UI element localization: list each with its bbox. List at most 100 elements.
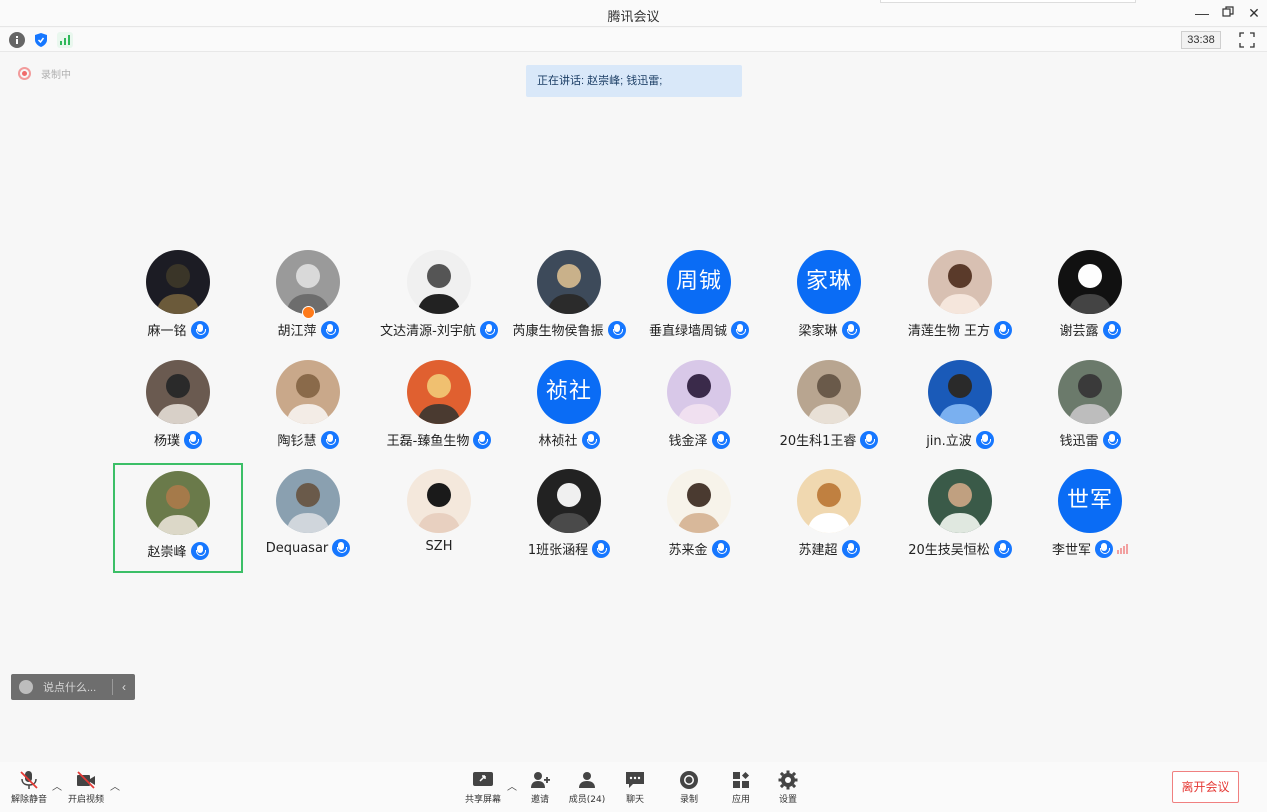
invite-button[interactable]: 邀请 xyxy=(526,770,554,805)
participant-tile[interactable]: 20生技吴恒松 xyxy=(895,469,1025,579)
share-options-chevron-icon[interactable]: ︿ xyxy=(507,778,517,793)
mic-icon xyxy=(320,430,339,449)
participant-tile[interactable]: 祯社 林祯社 xyxy=(504,360,634,470)
chat-button[interactable]: 聊天 xyxy=(622,770,648,805)
participant-name: 苏来金 xyxy=(668,543,708,558)
participant-tile[interactable]: Dequasar xyxy=(243,469,373,579)
participant-name: Dequasar xyxy=(265,540,329,556)
avatar xyxy=(928,469,992,533)
participant-name-row: 胡江萍 xyxy=(243,320,373,339)
participant-name-row: 垂直绿墙周铖 xyxy=(634,320,764,339)
participant-name-row: SZH xyxy=(374,539,504,554)
mic-icon xyxy=(731,320,749,339)
chat-placeholder[interactable]: 说点什么... xyxy=(43,679,96,695)
apps-button[interactable]: 应用 xyxy=(728,770,754,805)
meeting-timer: 33:38 xyxy=(1181,31,1221,49)
participant-tile[interactable]: 王磊-臻鱼生物 xyxy=(374,360,504,470)
participant-name-row: 文达清源-刘宇航 xyxy=(374,320,504,339)
participant-tile[interactable]: 钱金泽 xyxy=(634,360,764,470)
record-dot-icon xyxy=(18,66,31,80)
unmute-button[interactable]: 解除静音 xyxy=(8,770,50,805)
participant-name: 20生技吴恒松 xyxy=(908,543,990,558)
leave-meeting-button[interactable]: 离开会议 xyxy=(1172,771,1239,803)
avatar xyxy=(276,360,340,424)
start-video-label: 开启视频 xyxy=(67,795,104,805)
audio-options-chevron-icon[interactable]: ︿ xyxy=(52,778,62,793)
participant-name: 20生科1王睿 xyxy=(779,434,857,449)
share-screen-button[interactable]: 共享屏幕 xyxy=(462,770,504,805)
participant-name: 杨璞 xyxy=(153,434,180,449)
avatar xyxy=(928,360,992,424)
participant-tile[interactable]: 胡江萍 xyxy=(243,250,373,360)
participant-tile[interactable]: 1班张涵程 xyxy=(504,469,634,579)
avatar xyxy=(407,360,471,424)
participant-name-row: 20生科1王睿 xyxy=(764,430,894,449)
start-video-button[interactable]: 开启视频 xyxy=(64,770,108,805)
participant-name: jin.立波 xyxy=(926,434,972,449)
emoji-icon[interactable] xyxy=(19,680,33,694)
participant-tile[interactable]: 苏建超 xyxy=(764,469,894,579)
mic-icon xyxy=(607,320,626,339)
share-screen-icon xyxy=(473,772,493,786)
mic-icon xyxy=(479,320,498,339)
camera-off-icon xyxy=(77,771,95,789)
fullscreen-icon[interactable] xyxy=(1239,32,1255,48)
mic-icon xyxy=(841,539,860,558)
participant-tile[interactable]: 芮康生物侯鲁振 xyxy=(504,250,634,360)
shield-icon[interactable] xyxy=(33,32,49,48)
participant-tile[interactable]: 清莲生物 王方 xyxy=(895,250,1025,360)
avatar xyxy=(537,469,601,533)
avatar xyxy=(797,360,861,424)
mic-icon xyxy=(184,430,202,449)
participant-name: 钱金泽 xyxy=(668,434,708,449)
participant-name-row: 芮康生物侯鲁振 xyxy=(504,320,634,339)
participant-name-row: 谢芸露 xyxy=(1025,320,1155,339)
participant-name: 陶钐慧 xyxy=(277,434,317,449)
participant-tile[interactable]: jin.立波 xyxy=(895,360,1025,470)
participant-name: 文达清源-刘宇航 xyxy=(380,324,476,339)
collapse-chevron-icon[interactable]: ‹ xyxy=(113,680,135,694)
participant-name-row: 1班张涵程 xyxy=(504,539,634,558)
participant-tile[interactable]: SZH xyxy=(374,469,504,579)
participant-tile[interactable]: 赵崇峰 xyxy=(113,463,243,573)
mic-icon xyxy=(860,430,879,449)
participant-tile[interactable]: 谢芸露 xyxy=(1025,250,1155,360)
settings-button[interactable]: 设置 xyxy=(775,770,801,805)
participant-name-row: 苏建超 xyxy=(764,539,894,558)
signal-icon[interactable] xyxy=(57,32,73,48)
restore-icon[interactable] xyxy=(1218,4,1238,22)
participant-tile[interactable]: 家琳 梁家琳 xyxy=(764,250,894,360)
chat-input-box[interactable]: 说点什么... ‹ xyxy=(11,674,135,700)
participant-tile[interactable]: 杨璞 xyxy=(113,360,243,470)
participant-name-row: 苏来金 xyxy=(634,539,764,558)
avatar xyxy=(1058,360,1122,424)
mic-icon xyxy=(190,320,209,339)
avatar xyxy=(667,360,731,424)
unmute-label: 解除静音 xyxy=(10,795,47,805)
mic-icon xyxy=(473,430,492,449)
participant-tile[interactable]: 陶钐慧 xyxy=(243,360,373,470)
avatar: 家琳 xyxy=(797,250,861,314)
avatar xyxy=(1058,250,1122,314)
participant-tile[interactable]: 周铖 垂直绿墙周铖 xyxy=(634,250,764,360)
invite-label: 邀请 xyxy=(530,795,549,805)
avatar xyxy=(407,250,471,314)
record-button[interactable]: 录制 xyxy=(676,770,702,805)
close-icon[interactable]: ✕ xyxy=(1244,4,1264,22)
window-title: 腾讯会议 xyxy=(607,9,660,24)
mic-icon xyxy=(1102,320,1121,339)
participant-name: 谢芸露 xyxy=(1059,324,1099,339)
participant-tile[interactable]: 世军 李世军 xyxy=(1025,469,1155,579)
participant-name: 赵崇峰 xyxy=(147,545,187,560)
participant-name-row: jin.立波 xyxy=(895,430,1025,449)
participant-tile[interactable]: 钱迅雷 xyxy=(1025,360,1155,470)
participant-tile[interactable]: 麻一铭 xyxy=(113,250,243,360)
video-options-chevron-icon[interactable]: ︿ xyxy=(110,778,120,793)
participant-tile[interactable]: 文达清源-刘宇航 xyxy=(374,250,504,360)
info-icon[interactable] xyxy=(9,32,25,48)
recording-label: 录制中 xyxy=(41,69,71,81)
participant-tile[interactable]: 20生科1王睿 xyxy=(764,360,894,470)
minimize-icon[interactable]: — xyxy=(1192,4,1212,22)
members-button[interactable]: 成员(24) xyxy=(566,770,608,805)
participant-tile[interactable]: 苏来金 xyxy=(634,469,764,579)
